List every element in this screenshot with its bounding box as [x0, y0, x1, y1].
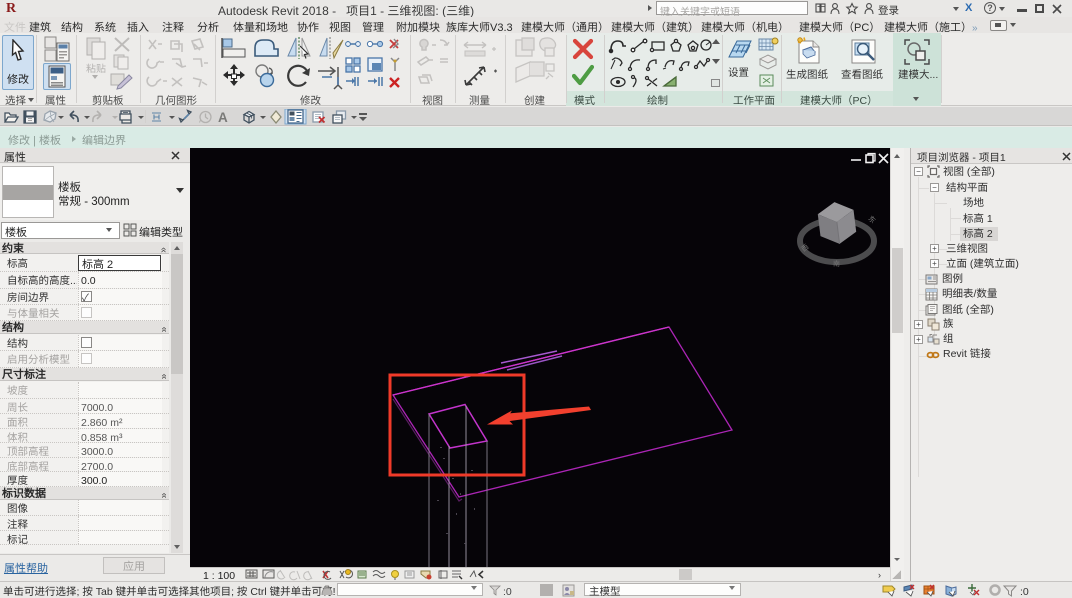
svg-text:A: A: [218, 110, 228, 125]
svg-text:南: 南: [833, 259, 840, 269]
